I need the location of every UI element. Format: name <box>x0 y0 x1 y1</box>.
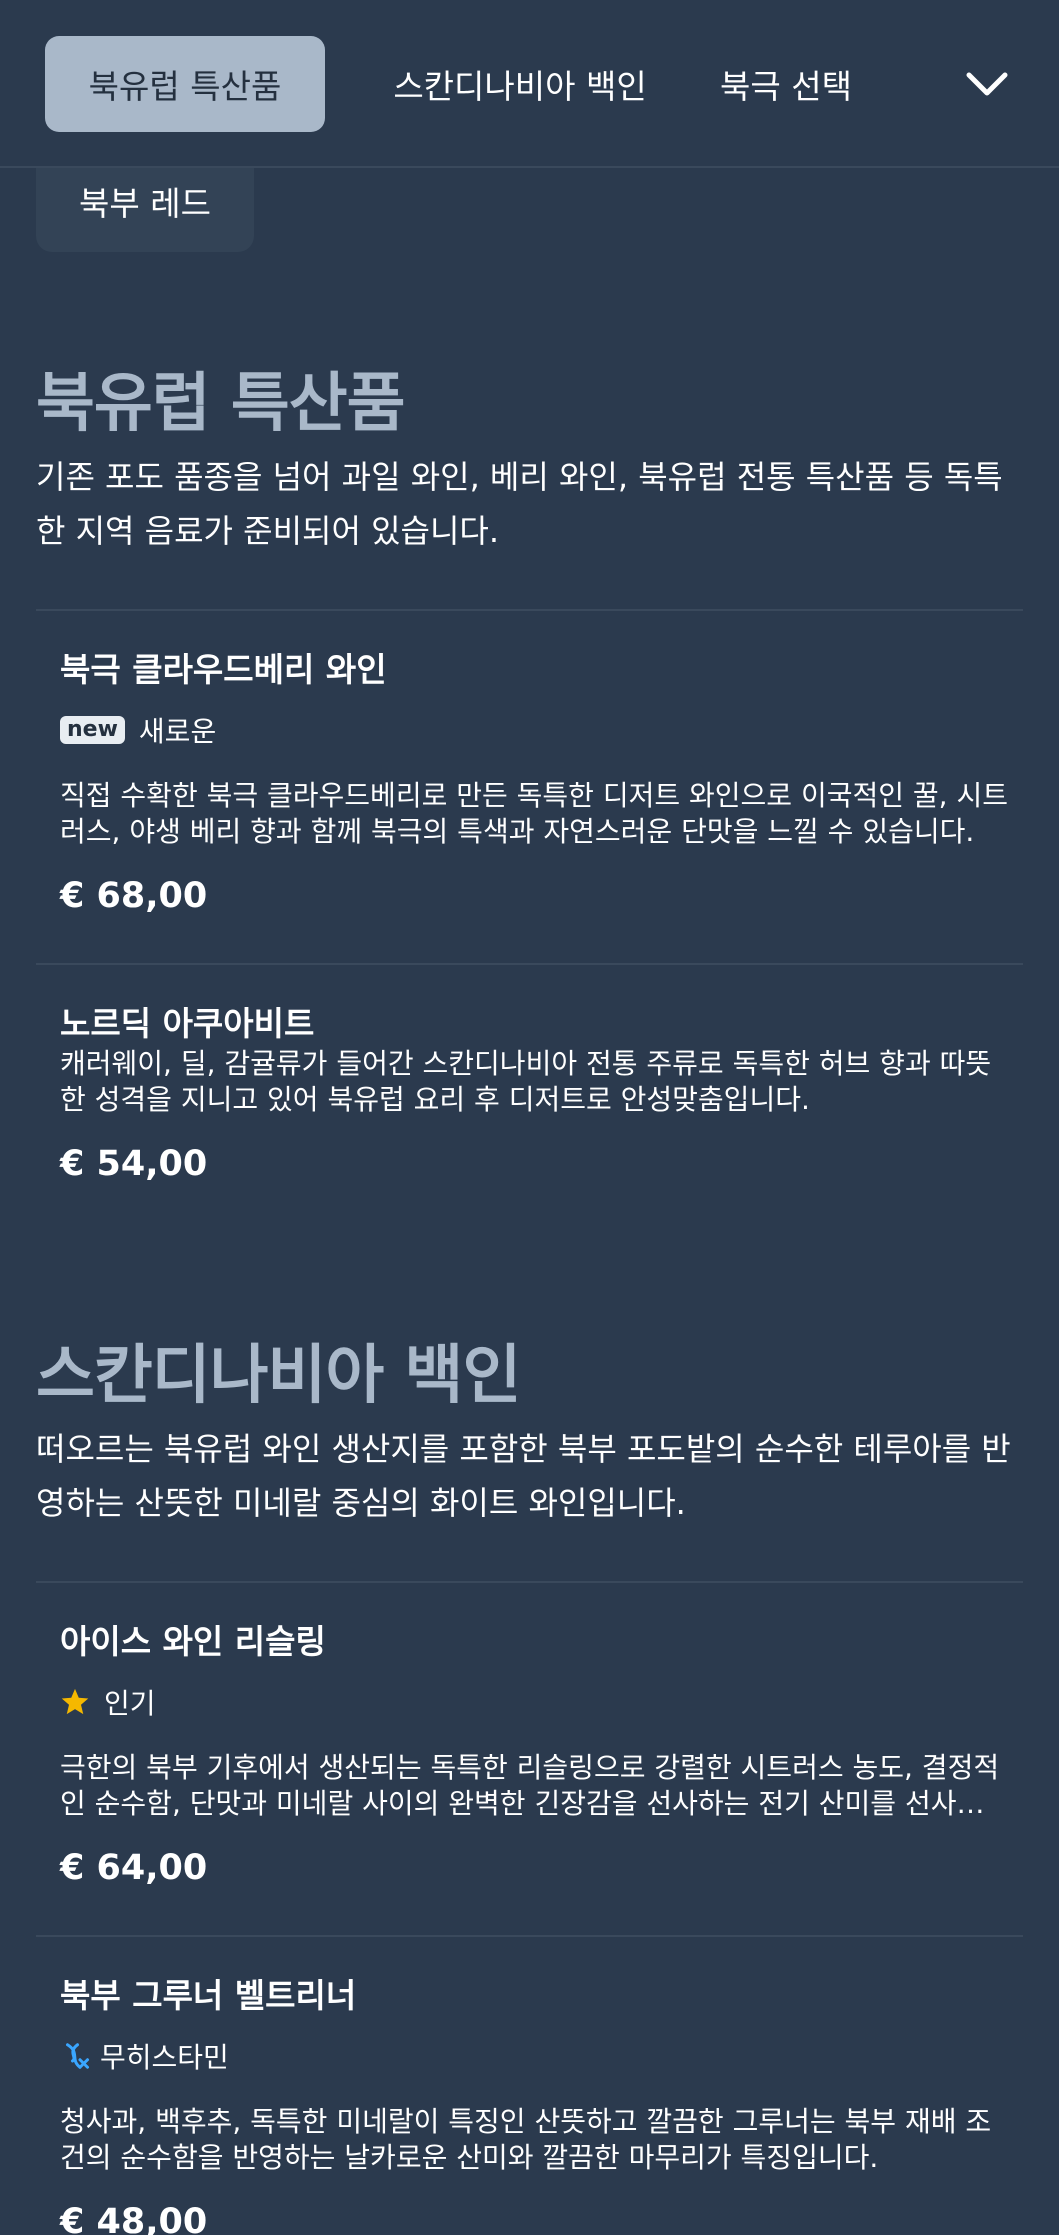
item-price: € 48,00 <box>60 2202 208 2235</box>
new-badge: new <box>60 716 125 744</box>
item-description: 직접 수확한 북극 클라우드베리로 만든 독특한 디저트 와인으로 이국적인 꿀… <box>60 779 1008 848</box>
tab-scandinavian-whites[interactable]: 스칸디나비아 백인 <box>360 36 680 132</box>
category-nav: 북유럽 특산품 스칸디나비아 백인 북극 선택 <box>0 0 1059 168</box>
item-name: 노르딕 아쿠아비트 <box>60 1004 315 1043</box>
menu-item[interactable]: 노르딕 아쿠아비트 캐러웨이, 딜, 감귤류가 들어간 스칸디나비아 전통 주류… <box>60 1002 1010 1184</box>
menu-item[interactable]: 아이스 와인 리슬링 인기 극한의 북부 기후에서 생산되는 독특한 리슬링으로… <box>60 1620 1010 1888</box>
menu-item[interactable]: 북부 그루너 벨트리너 무히스타민 청사과, 백후추, 독특한 미네랄이 특징인… <box>60 1974 1010 2235</box>
item-badge: 인기 <box>60 1684 1010 1720</box>
star-icon <box>61 1688 89 1715</box>
divider <box>36 963 1023 965</box>
section-title: 북유럽 특산품 <box>36 367 406 441</box>
item-price: € 68,00 <box>60 876 208 916</box>
item-name: 아이스 와인 리슬링 <box>60 1622 326 1661</box>
item-description: 청사과, 백후추, 독특한 미네랄이 특징인 산뜻하고 깔끔한 그루너는 북부 … <box>60 2105 992 2174</box>
chevron-down-icon[interactable] <box>960 60 1014 108</box>
menu-item[interactable]: 북극 클라우드베리 와인 new 새로운 직접 수확한 북극 클라우드베리로 만… <box>60 648 1010 916</box>
section-description: 기존 포도 품종을 넘어 과일 와인, 베리 와인, 북유럽 전통 특산품 등 … <box>36 458 1003 550</box>
divider <box>36 1581 1023 1583</box>
badge-text: 무히스타민 <box>100 2041 229 2074</box>
item-name: 북부 그루너 벨트리너 <box>60 1976 357 2015</box>
item-description: 캐러웨이, 딜, 감귤류가 들어간 스칸디나비아 전통 주류로 독특한 허브 향… <box>60 1047 992 1116</box>
item-price: € 64,00 <box>60 1848 208 1888</box>
badge-text: 새로운 <box>138 715 217 748</box>
dna-icon <box>66 2043 89 2069</box>
item-description: 극한의 북부 기후에서 생산되는 독특한 리슬링으로 강렬한 시트러스 농도, … <box>60 1751 1008 1820</box>
tab-nordic-specialties[interactable]: 북유럽 특산품 <box>45 36 325 132</box>
badge-text: 인기 <box>104 1687 156 1720</box>
menu-page: 북부 레드 북유럽 특산품 스칸디나비아 백인 북극 선택 북유럽 특산품 기존… <box>0 0 1059 2235</box>
divider <box>36 1935 1023 1937</box>
item-name: 북극 클라우드베리 와인 <box>60 650 387 689</box>
item-price: € 54,00 <box>60 1144 208 1184</box>
section-description: 떠오르는 북유럽 와인 생산지를 포함한 북부 포도밭의 순수한 테루아를 반영… <box>36 1430 1011 1522</box>
section-title: 스칸디나비아 백인 <box>36 1339 521 1413</box>
item-badge: new 새로운 <box>60 712 1010 748</box>
nav-fade <box>860 36 940 132</box>
divider <box>36 609 1023 611</box>
item-badge: 무히스타민 <box>60 2038 1010 2074</box>
